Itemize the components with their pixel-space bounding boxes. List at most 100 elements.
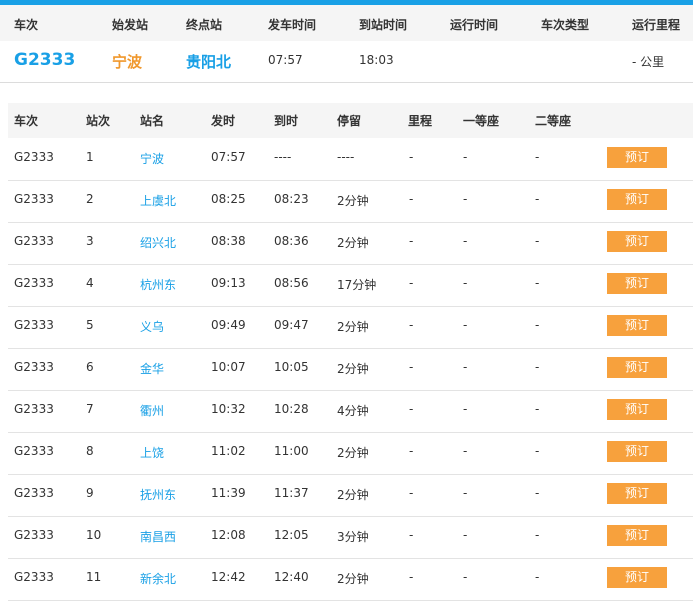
book-button[interactable]: 预订 [607,147,667,168]
row-first-class: - [463,570,468,584]
row-arrive-time: 11:37 [274,486,309,500]
table-row: G2333 1 宁波 07:57 ---- ---- - - - 预订 [8,138,693,181]
row-station-link[interactable]: 衢州 [140,402,164,419]
summary-origin-station[interactable]: 宁波 [112,51,142,72]
detail-header-depart: 发时 [211,114,236,128]
row-depart-time: 12:42 [211,570,246,584]
book-button[interactable]: 预订 [607,483,667,504]
summary-depart-time: 07:57 [268,53,303,67]
row-second-class: - [535,276,540,290]
row-stay-duration: 2分钟 [337,572,369,586]
row-stay-duration: 17分钟 [337,278,377,292]
row-stay-duration: 2分钟 [337,194,369,208]
row-stay-duration: 2分钟 [337,320,369,334]
detail-header-row: 车次 站次 站名 发时 到时 停留 里程 一等座 二等座 [8,103,693,138]
detail-header-first-class: 一等座 [463,114,500,128]
row-station-link[interactable]: 绍兴北 [140,234,176,251]
row-first-class: - [463,234,468,248]
table-row: G2333 2 上虞北 08:25 08:23 2分钟 - - - 预订 [8,180,693,223]
table-row: G2333 5 义乌 09:49 09:47 2分钟 - - - 预订 [8,306,693,349]
row-stay-duration: ---- [337,150,355,164]
row-second-class: - [535,150,540,164]
row-station-link[interactable]: 金华 [140,360,164,377]
row-station-link[interactable]: 杭州东 [140,276,176,293]
row-depart-time: 12:08 [211,528,246,542]
book-button[interactable]: 预订 [607,315,667,336]
row-stay-duration: 2分钟 [337,236,369,250]
book-button[interactable]: 预订 [607,525,667,546]
table-row: G2333 8 上饶 11:02 11:00 2分钟 - - - 预订 [8,432,693,475]
row-distance: - [409,486,414,500]
row-depart-time: 08:25 [211,192,246,206]
summary-header-train: 车次 [14,18,39,32]
row-distance: - [409,402,414,416]
row-arrive-time: 08:36 [274,234,309,248]
table-row: G2333 4 杭州东 09:13 08:56 17分钟 - - - 预订 [8,264,693,307]
summary-header-arrive: 到站时间 [359,18,408,32]
table-row: G2333 6 金华 10:07 10:05 2分钟 - - - 预订 [8,348,693,391]
row-train: G2333 [14,528,54,542]
row-train: G2333 [14,276,54,290]
row-distance: - [409,234,414,248]
row-station-link[interactable]: 义乌 [140,318,164,335]
detail-header-train: 车次 [14,114,39,128]
detail-header-station: 站名 [140,114,165,128]
row-arrive-time: 08:23 [274,192,309,206]
row-station-link[interactable]: 宁波 [140,150,164,167]
row-depart-time: 11:39 [211,486,246,500]
summary-arrive-time: 18:03 [359,53,394,67]
row-stop-no: 9 [86,486,94,500]
summary-header-type: 车次类型 [541,18,590,32]
row-arrive-time: 10:28 [274,402,309,416]
row-arrive-time: 09:47 [274,318,309,332]
row-second-class: - [535,444,540,458]
row-second-class: - [535,234,540,248]
book-button[interactable]: 预订 [607,273,667,294]
row-station-link[interactable]: 抚州东 [140,486,176,503]
summary-distance: - 公里 [632,55,665,69]
row-depart-time: 10:07 [211,360,246,374]
summary-header-row: 车次 始发站 终点站 发车时间 到站时间 运行时间 车次类型 运行里程 [0,5,693,41]
row-second-class: - [535,318,540,332]
row-stop-no: 8 [86,444,94,458]
row-depart-time: 09:13 [211,276,246,290]
summary-terminus-station[interactable]: 贵阳北 [186,51,231,72]
row-station-link[interactable]: 新余北 [140,570,176,587]
summary-header-origin: 始发站 [112,18,149,32]
detail-header-arrive: 到时 [274,114,299,128]
row-train: G2333 [14,150,54,164]
row-stop-no: 7 [86,402,94,416]
row-depart-time: 07:57 [211,150,246,164]
table-row: G2333 10 南昌西 12:08 12:05 3分钟 - - - 预订 [8,516,693,559]
row-distance: - [409,444,414,458]
row-train: G2333 [14,570,54,584]
book-button[interactable]: 预订 [607,231,667,252]
row-arrive-time: 10:05 [274,360,309,374]
row-train: G2333 [14,402,54,416]
book-button[interactable]: 预订 [607,441,667,462]
summary-train-number[interactable]: G2333 [14,50,75,70]
row-arrive-time: 12:05 [274,528,309,542]
row-train: G2333 [14,192,54,206]
row-first-class: - [463,318,468,332]
row-stay-duration: 4分钟 [337,404,369,418]
summary-header-distance: 运行里程 [632,18,681,32]
detail-header-stay: 停留 [337,114,362,128]
book-button[interactable]: 预订 [607,357,667,378]
row-station-link[interactable]: 上虞北 [140,192,176,209]
row-depart-time: 08:38 [211,234,246,248]
book-button[interactable]: 预订 [607,189,667,210]
row-depart-time: 11:02 [211,444,246,458]
row-distance: - [409,150,414,164]
book-button[interactable]: 预订 [607,567,667,588]
book-button[interactable]: 预订 [607,399,667,420]
row-first-class: - [463,150,468,164]
row-stay-duration: 3分钟 [337,530,369,544]
row-station-link[interactable]: 上饶 [140,444,164,461]
row-train: G2333 [14,318,54,332]
row-distance: - [409,192,414,206]
row-stop-no: 11 [86,570,102,584]
row-station-link[interactable]: 南昌西 [140,528,176,545]
table-row: G2333 3 绍兴北 08:38 08:36 2分钟 - - - 预订 [8,222,693,265]
row-distance: - [409,360,414,374]
